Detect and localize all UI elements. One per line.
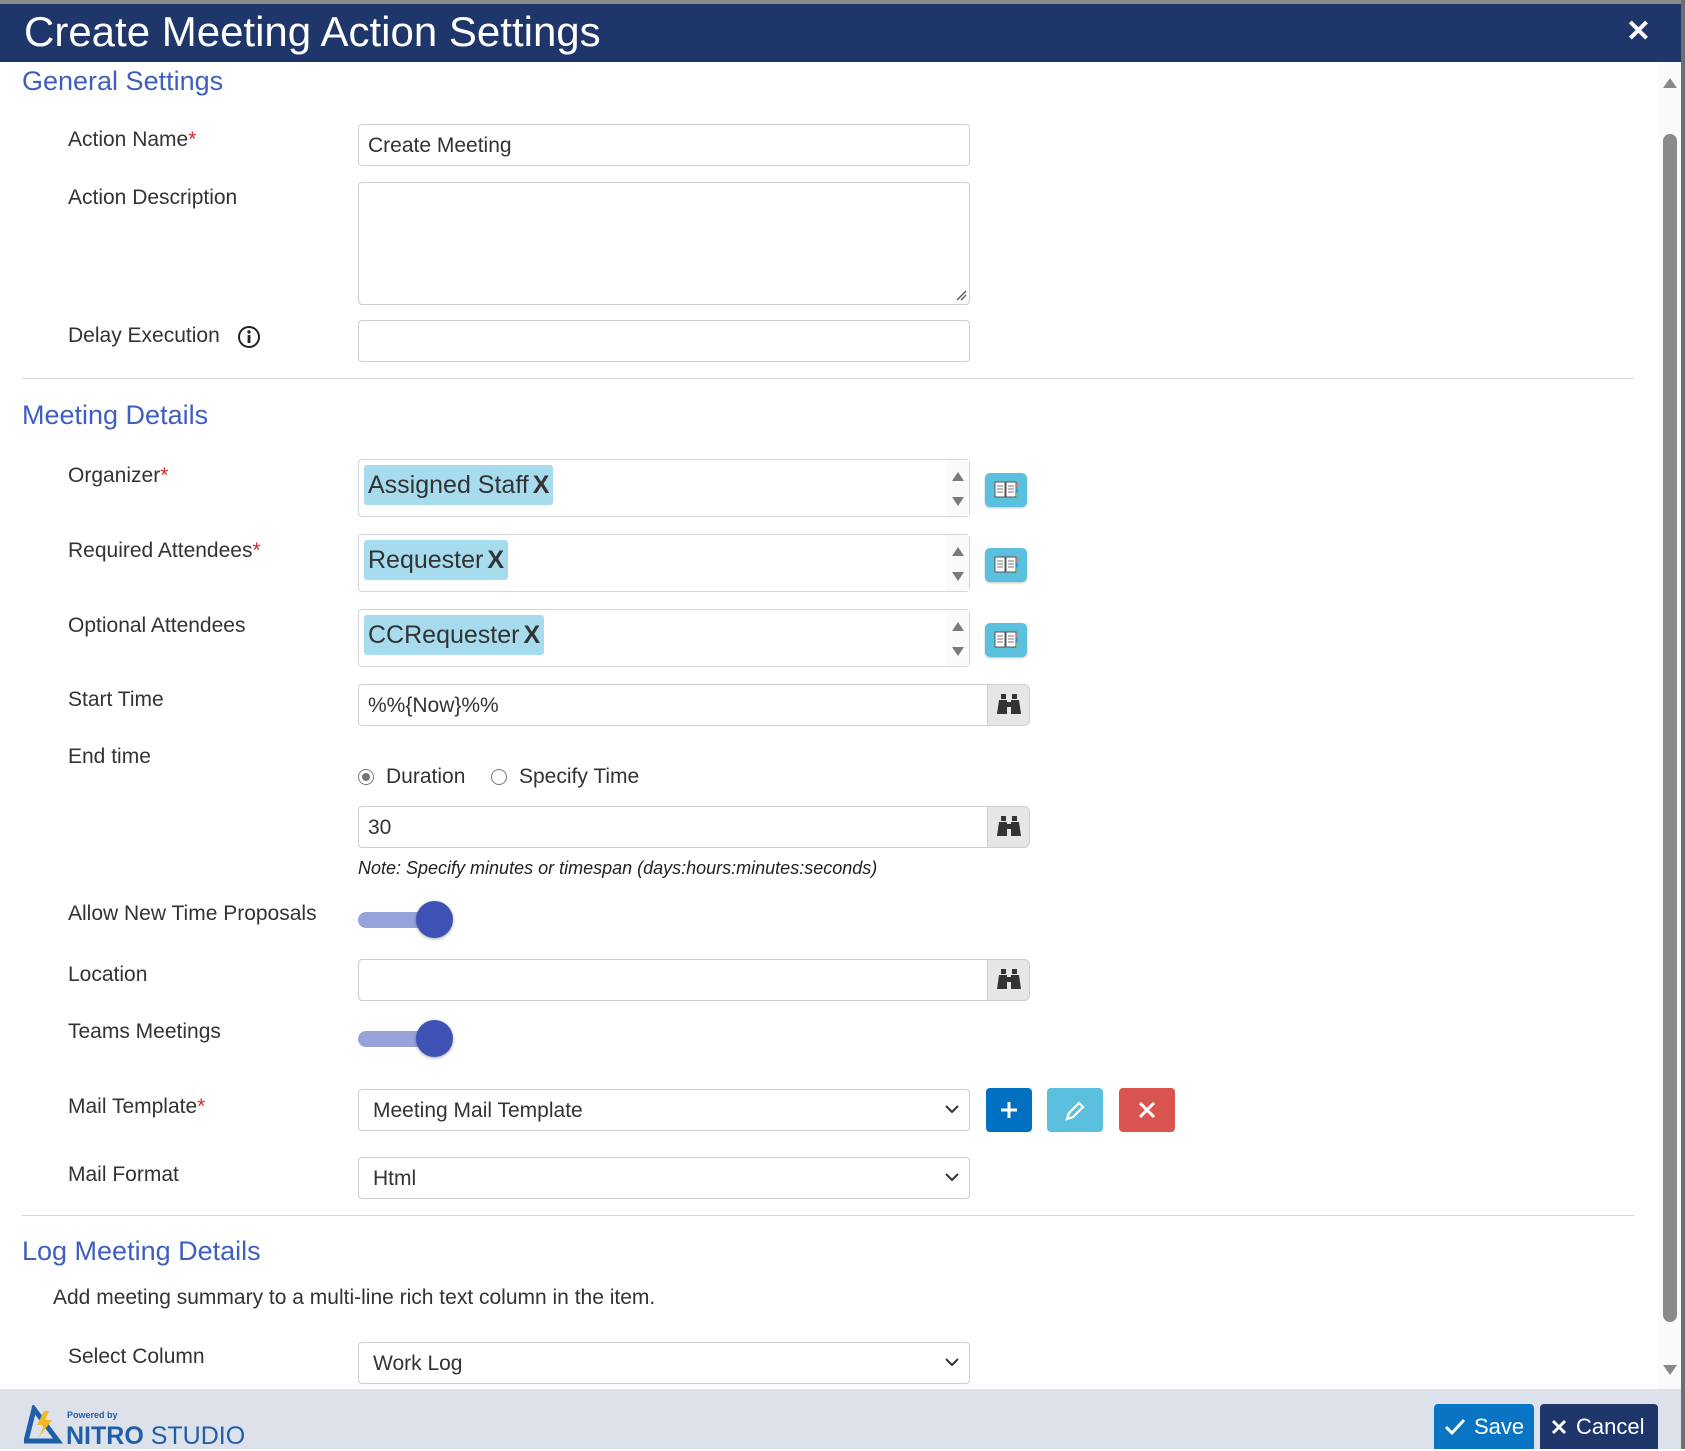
- address-book-button[interactable]: [985, 623, 1027, 657]
- save-button[interactable]: Save: [1434, 1404, 1534, 1449]
- scroll-spinner[interactable]: [947, 610, 969, 666]
- duration-field: 30: [358, 806, 1030, 848]
- scroll-spinner[interactable]: [947, 535, 969, 591]
- mail-format-select[interactable]: Html: [358, 1157, 970, 1199]
- powered-by-text: Powered by: [67, 1410, 118, 1420]
- address-book-button[interactable]: [985, 548, 1027, 582]
- action-name-input[interactable]: Create Meeting: [358, 124, 970, 166]
- allow-proposals-toggle[interactable]: [358, 899, 454, 939]
- arrow-down-icon: [952, 572, 964, 581]
- lookup-button[interactable]: [987, 806, 1030, 848]
- duration-note: Note: Specify minutes or timespan (days:…: [358, 858, 878, 878]
- info-icon[interactable]: [237, 325, 261, 349]
- mail-template-label: Mail Template*: [68, 1095, 206, 1118]
- window-right-border: [1681, 0, 1685, 1449]
- radio-selected-icon: [358, 769, 374, 785]
- required-attendees-label: Required Attendees*: [68, 539, 261, 562]
- binoculars-icon: [997, 816, 1021, 836]
- arrow-up-icon: [952, 547, 964, 556]
- delay-execution-label: Delay Execution: [68, 324, 220, 347]
- select-column-select[interactable]: Work Log: [358, 1342, 970, 1384]
- remove-tag-icon[interactable]: X: [487, 546, 504, 574]
- organizer-tag: Assigned Staff X: [364, 465, 554, 505]
- section-divider: [22, 1215, 1634, 1216]
- section-divider: [22, 378, 1634, 379]
- required-marker: *: [188, 128, 197, 151]
- brand-name: NITRO STUDIO: [66, 1422, 246, 1450]
- location-input[interactable]: [358, 959, 988, 1001]
- radio-specify-time[interactable]: Specify Time: [491, 765, 639, 789]
- resize-handle-icon[interactable]: [955, 289, 967, 301]
- arrow-down-icon: [952, 497, 964, 506]
- address-book-icon: [994, 631, 1018, 648]
- add-template-button[interactable]: [986, 1088, 1032, 1132]
- lookup-button[interactable]: [987, 684, 1030, 726]
- delete-template-button[interactable]: [1119, 1088, 1175, 1132]
- arrow-down-icon: [952, 647, 964, 656]
- location-label: Location: [68, 963, 148, 986]
- cancel-button[interactable]: Cancel: [1540, 1404, 1658, 1449]
- vertical-scrollbar[interactable]: [1659, 62, 1681, 1389]
- action-name-label: Action Name*: [68, 128, 197, 151]
- pencil-icon: [1065, 1101, 1085, 1121]
- end-time-label: End time: [68, 745, 151, 768]
- binoculars-icon: [997, 694, 1021, 714]
- scrollbar-thumb[interactable]: [1663, 134, 1677, 1322]
- select-column-label: Select Column: [68, 1345, 205, 1368]
- teams-meetings-label: Teams Meetings: [68, 1020, 221, 1043]
- start-time-label: Start Time: [68, 688, 164, 711]
- start-time-field: %%{Now}%%: [358, 684, 1030, 726]
- start-time-input[interactable]: %%{Now}%%: [358, 684, 988, 726]
- action-description-label: Action Description: [68, 186, 238, 209]
- section-heading-general: General Settings: [22, 66, 224, 96]
- close-icon[interactable]: ✕: [1626, 14, 1651, 50]
- arrow-up-icon: [952, 472, 964, 481]
- organizer-label: Organizer*: [68, 464, 169, 487]
- arrow-up-icon: [952, 622, 964, 631]
- address-book-icon: [994, 481, 1018, 498]
- nitro-logo-icon: [24, 1405, 63, 1444]
- scroll-down-icon[interactable]: [1663, 1365, 1677, 1375]
- mail-format-label: Mail Format: [68, 1163, 179, 1186]
- chevron-down-icon: [945, 1173, 959, 1182]
- lookup-button[interactable]: [987, 959, 1030, 1001]
- section-heading-meeting: Meeting Details: [22, 400, 209, 430]
- section-heading-log: Log Meeting Details: [22, 1236, 261, 1266]
- delete-x-icon: [1138, 1101, 1156, 1119]
- dialog-content: General Settings Action Name* Create Mee…: [0, 62, 1658, 1389]
- chevron-down-icon: [945, 1105, 959, 1114]
- optional-attendees-label: Optional Attendees: [68, 614, 246, 637]
- mail-template-select[interactable]: Meeting Mail Template: [358, 1089, 970, 1131]
- chevron-down-icon: [945, 1358, 959, 1367]
- radio-duration[interactable]: Duration: [358, 765, 465, 789]
- allow-proposals-label: Allow New Time Proposals: [68, 902, 317, 925]
- optional-attendees-picker[interactable]: CCRequester X: [358, 609, 970, 667]
- remove-tag-icon[interactable]: X: [523, 621, 540, 649]
- optional-attendees-tag: CCRequester X: [364, 615, 545, 655]
- required-attendees-picker[interactable]: Requester X: [358, 534, 970, 592]
- duration-input[interactable]: 30: [358, 806, 988, 848]
- scroll-spinner[interactable]: [947, 460, 969, 516]
- remove-tag-icon[interactable]: X: [533, 471, 550, 499]
- address-book-icon: [994, 556, 1018, 573]
- radio-unselected-icon: [491, 769, 507, 785]
- dialog-titlebar: Create Meeting Action Settings ✕: [0, 4, 1681, 62]
- log-description: Add meeting summary to a multi-line rich…: [53, 1286, 656, 1309]
- cancel-x-icon: [1551, 1419, 1567, 1434]
- required-attendees-tag: Requester X: [364, 540, 509, 580]
- dialog-title: Create Meeting Action Settings: [24, 8, 601, 55]
- action-description-textarea[interactable]: [358, 182, 970, 305]
- check-icon: [1444, 1418, 1466, 1435]
- delay-execution-input[interactable]: [358, 320, 970, 362]
- location-field: [358, 959, 1030, 1001]
- dialog-footer: Powered by NITRO STUDIO Save Cancel: [0, 1389, 1681, 1450]
- binoculars-icon: [997, 969, 1021, 989]
- address-book-button[interactable]: [985, 473, 1027, 507]
- edit-template-button[interactable]: [1047, 1088, 1103, 1132]
- teams-meetings-toggle[interactable]: [358, 1018, 454, 1058]
- plus-icon: [1001, 1102, 1017, 1118]
- organizer-picker[interactable]: Assigned Staff X: [358, 459, 970, 517]
- scroll-up-icon[interactable]: [1663, 78, 1677, 88]
